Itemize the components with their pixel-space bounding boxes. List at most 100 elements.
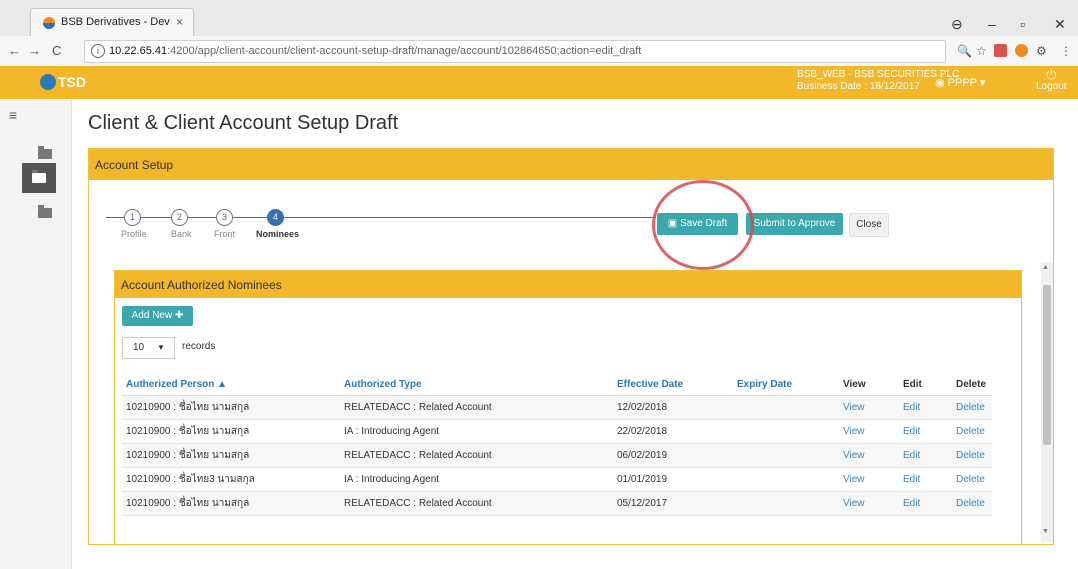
col-delete: Delete (952, 374, 992, 396)
page-length-value: 10 (133, 342, 145, 353)
page-length-select[interactable]: 10 ▼ (122, 337, 175, 359)
nominees-table: Autherized Person ▲ Authorized Type Effe… (122, 374, 992, 516)
edit-link[interactable]: Edit (899, 443, 952, 468)
scroll-down-icon[interactable]: ▼ (1042, 528, 1049, 535)
delete-link[interactable]: Delete (952, 467, 992, 492)
browser-tab[interactable]: BSB Derivatives - Dev × (30, 8, 194, 37)
zoom-icon[interactable]: 🔍 (957, 44, 972, 58)
edit-link[interactable]: Edit (899, 491, 952, 516)
maximize-icon[interactable]: ▫ (1020, 16, 1025, 32)
page-title: Client & Client Account Setup Draft (88, 112, 399, 134)
account-setup-title: Account Setup (95, 158, 174, 172)
col-effective-date[interactable]: Effective Date (613, 374, 733, 396)
user-menu[interactable]: ◉ PPPP ▾ (935, 76, 985, 89)
table-row: 10210900 : ชื่อไทย นามสกุล RELATEDACC : … (122, 443, 992, 468)
user-name: PPPP (947, 77, 977, 89)
edit-link[interactable]: Edit (899, 467, 952, 492)
menu-toggle-icon[interactable]: ≡ (2, 107, 24, 125)
scrollbar-thumb[interactable] (1043, 285, 1051, 445)
annotation-circle (652, 180, 754, 270)
sidebar-item-active[interactable] (22, 163, 56, 193)
add-new-button[interactable]: Add New ✚ (122, 306, 193, 326)
info-icon[interactable]: i (91, 44, 105, 58)
scroll-up-icon[interactable]: ▲ (1042, 264, 1049, 271)
sidebar: ≡ (0, 99, 72, 569)
folder-icon[interactable] (38, 205, 52, 218)
step-label-front: Front (214, 229, 236, 239)
step-label-profile: Profile (121, 229, 147, 239)
cell-person: 10210900 : ชื่อไทย3 นามสกุล (122, 467, 340, 492)
bookmark-star-icon[interactable]: ☆ (976, 44, 987, 58)
col-authorized-type[interactable]: Authorized Type (340, 374, 613, 396)
delete-link[interactable]: Delete (952, 419, 992, 444)
table-row: 10210900 : ชื่อไทย นามสกุล IA : Introduc… (122, 419, 992, 444)
cell-expiry (733, 467, 839, 492)
power-icon: ⏻ (1046, 67, 1057, 82)
minimize-icon[interactable]: – (988, 16, 996, 32)
edit-link[interactable]: Edit (899, 395, 952, 420)
step-connector (141, 217, 171, 218)
extension-red-icon[interactable] (994, 44, 1007, 57)
table-row: 10210900 : ชื่อไทย นามสกุล RELATEDACC : … (122, 491, 992, 516)
step-label-nominees: Nominees (256, 229, 300, 239)
logout-button[interactable]: ⏻ Logout (1036, 67, 1067, 93)
cell-person: 10210900 : ชื่อไทย นามสกุล (122, 419, 340, 444)
step-2[interactable]: 2 (171, 209, 188, 226)
step-4-active[interactable]: 4 (267, 209, 284, 226)
tsd-logo[interactable]: TSD (40, 74, 86, 90)
cell-type: RELATEDACC : Related Account (340, 395, 613, 420)
back-icon[interactable]: ← (8, 43, 21, 58)
reload-icon[interactable]: C (52, 43, 61, 58)
cell-type: IA : Introducing Agent (340, 419, 613, 444)
view-link[interactable]: View (839, 419, 899, 444)
close-button[interactable]: Close (849, 213, 889, 237)
account-setup-header: Account Setup (89, 149, 1053, 180)
app-header: TSD BSB_WEB - BSB SECURITIES PLC Busines… (0, 66, 1078, 99)
url-input[interactable]: i 10.22.65.41:4200/app/client-account/cl… (84, 40, 946, 63)
cell-type: RELATEDACC : Related Account (340, 491, 613, 516)
cell-person: 10210900 : ชื่อไทย นามสกุล (122, 491, 340, 516)
address-bar-row: ← → C i 10.22.65.41:4200/app/client-acco… (0, 36, 1078, 67)
view-link[interactable]: View (839, 491, 899, 516)
close-window-icon[interactable]: ✕ (1054, 16, 1066, 33)
edit-link[interactable]: Edit (899, 419, 952, 444)
cell-person: 10210900 : ชื่อไทย นามสกุล (122, 395, 340, 420)
col-view: View (839, 374, 899, 396)
cell-expiry (733, 491, 839, 516)
col-edit: Edit (899, 374, 952, 396)
browser-tabbar: BSB Derivatives - Dev × ⊖ – ▫ ✕ (0, 0, 1078, 37)
tab-title: BSB Derivatives - Dev (61, 16, 170, 28)
step-label-bank: Bank (171, 229, 192, 239)
table-row: 10210900 : ชื่อไทย นามสกุล RELATEDACC : … (122, 395, 992, 420)
submit-to-approve-button[interactable]: Submit to Approve (746, 213, 843, 235)
profile-icon[interactable]: ⊖ (951, 16, 963, 33)
forward-icon[interactable]: → (28, 43, 41, 58)
cell-expiry (733, 443, 839, 468)
logo-icon (40, 74, 56, 90)
tab-close-icon[interactable]: × (176, 15, 183, 29)
extension-orange-icon[interactable] (1015, 44, 1028, 57)
delete-link[interactable]: Delete (952, 491, 992, 516)
folder-icon[interactable] (38, 146, 52, 159)
browser-menu-icon[interactable]: ⋮ (1060, 44, 1072, 58)
nominees-panel: Account Authorized Nominees Add New ✚ 10… (114, 270, 1022, 545)
chevron-down-icon: ▼ (157, 343, 165, 352)
view-link[interactable]: View (839, 467, 899, 492)
col-expiry-date[interactable]: Expiry Date (733, 374, 839, 396)
delete-link[interactable]: Delete (952, 443, 992, 468)
step-3[interactable]: 3 (216, 209, 233, 226)
cell-expiry (733, 395, 839, 420)
url-text: 10.22.65.41:4200/app/client-account/clie… (109, 45, 642, 57)
nominees-title: Account Authorized Nominees (121, 278, 282, 292)
cell-effective: 05/12/2017 (613, 491, 733, 516)
bsb-favicon-icon (43, 17, 55, 29)
cell-person: 10210900 : ชื่อไทย นามสกุล (122, 443, 340, 468)
step-connector (106, 217, 124, 218)
step-connector (284, 217, 656, 218)
col-authorized-person[interactable]: Autherized Person ▲ (122, 374, 340, 396)
delete-link[interactable]: Delete (952, 395, 992, 420)
extension-icon[interactable]: ⚙ (1036, 44, 1047, 58)
view-link[interactable]: View (839, 443, 899, 468)
view-link[interactable]: View (839, 395, 899, 420)
step-1[interactable]: 1 (124, 209, 141, 226)
